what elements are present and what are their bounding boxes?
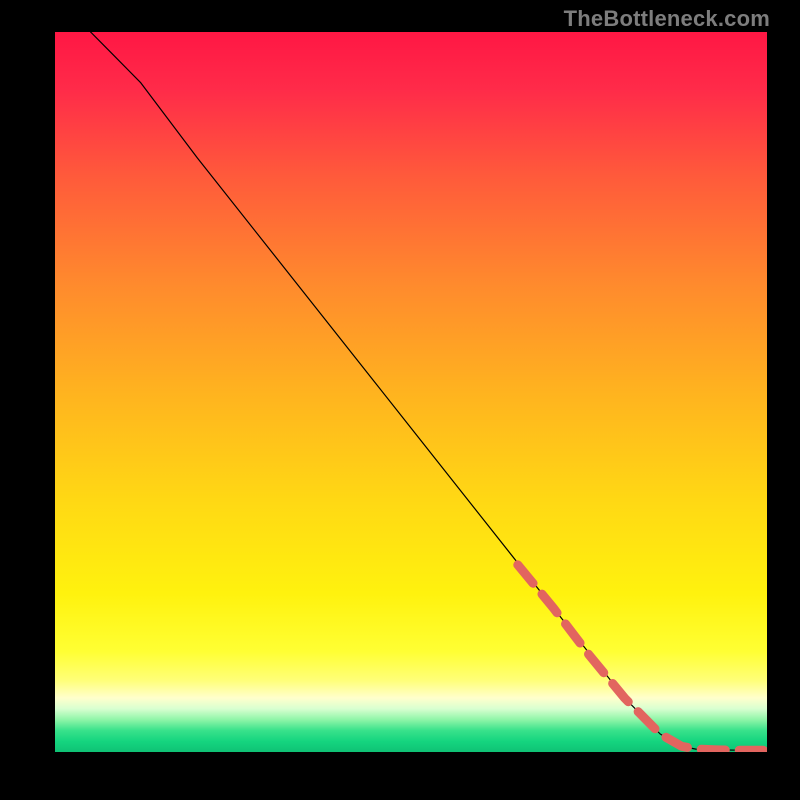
watermark-text: TheBottleneck.com (564, 6, 770, 32)
chart-stage: TheBottleneck.com (0, 0, 800, 800)
curve-layer (55, 32, 767, 752)
dash-overlay (518, 565, 767, 750)
plot-area (55, 32, 767, 752)
main-curve (91, 32, 767, 750)
